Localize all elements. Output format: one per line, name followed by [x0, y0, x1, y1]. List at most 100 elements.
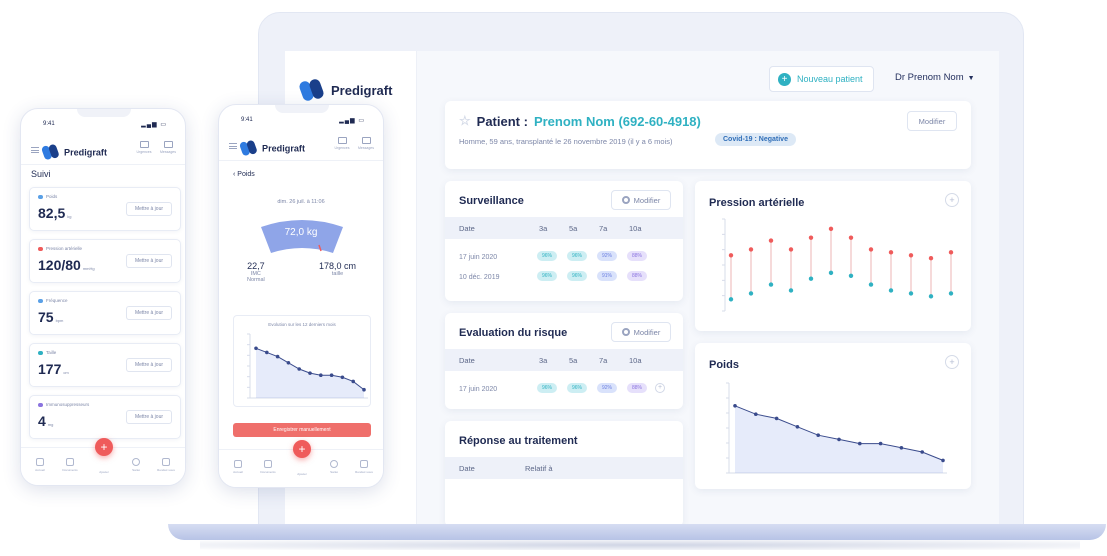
logo-text: Predigraft	[331, 82, 393, 98]
ruler-icon	[38, 350, 43, 355]
table-row[interactable]: 10 déc. 2019 96% 96% 91% 88%	[445, 267, 683, 287]
app-logo[interactable]: Predigraft	[238, 139, 305, 157]
col-7a: 7a	[599, 356, 608, 365]
nav-label: Santé	[132, 468, 140, 472]
update-button[interactable]: Mettre à jour	[126, 358, 172, 372]
add-button[interactable]: +	[95, 438, 113, 456]
status-time: 9:41	[43, 121, 55, 127]
measure-date: dim. 26 juil. à 11:06	[277, 199, 325, 205]
urgences-button[interactable]: Urgences	[133, 141, 155, 154]
weight-point	[308, 371, 312, 375]
vital-label: Immunosuppresseurs	[38, 402, 89, 407]
systolic-point	[748, 247, 754, 252]
new-patient-button[interactable]: + Nouveau patient	[769, 66, 874, 92]
score-pill: 92%	[597, 251, 617, 261]
score-pill: 96%	[537, 271, 557, 281]
vital-card-frequency: Fréquence 75 bpm Mettre à jour	[29, 291, 181, 335]
update-button[interactable]: Mettre à jour	[126, 306, 172, 320]
score-pill: 96%	[567, 383, 587, 393]
back-button[interactable]: ‹ Poids	[233, 171, 255, 178]
diastolic-point	[908, 291, 914, 296]
risk-title: Evaluation du risque	[459, 327, 568, 339]
update-button[interactable]: Mettre à jour	[126, 202, 172, 216]
update-button[interactable]: Mettre à jour	[126, 254, 172, 268]
weight-point	[254, 346, 258, 351]
nav-label: Rendez-vous	[157, 468, 175, 472]
weight-point	[941, 458, 945, 463]
nav-home[interactable]: Accueil	[29, 458, 51, 472]
health-icon	[132, 458, 140, 466]
diastolic-point	[868, 282, 874, 287]
update-button[interactable]: Mettre à jour	[126, 410, 172, 424]
add-row-icon[interactable]: +	[655, 383, 665, 393]
weight-point	[329, 373, 334, 378]
vital-label: Pression artérielle	[38, 246, 82, 251]
logo-text: Predigraft	[64, 146, 107, 158]
edit-surveillance-button[interactable]: Modifier	[611, 190, 671, 210]
gear-icon	[621, 196, 630, 204]
weight-point	[920, 450, 924, 454]
score-pill: 96%	[537, 251, 557, 261]
messages-button[interactable]: Messages	[355, 137, 377, 150]
nav-health[interactable]: Santé	[125, 458, 147, 472]
patient-label: Patient :	[476, 113, 528, 129]
top-bar: + Nouveau patient Dr Prenom Nom ▼	[417, 51, 999, 103]
menu-icon[interactable]	[229, 143, 237, 149]
vital-unit: bpm	[55, 318, 64, 323]
vital-value: 75 bpm	[38, 309, 63, 325]
vital-value: 177 cm	[38, 361, 69, 377]
nav-home[interactable]: Accueil	[227, 460, 249, 474]
app-logo[interactable]: Predigraft	[297, 77, 393, 103]
doctor-menu[interactable]: Dr Prenom Nom ▼	[895, 72, 975, 83]
status-time: 9:41	[241, 117, 253, 123]
new-patient-label: Nouveau patient	[797, 74, 863, 84]
nav-appointments[interactable]: Rendez-vous	[353, 460, 375, 474]
caret-down-icon: ▼	[967, 75, 975, 82]
nav-appointments[interactable]: Rendez-vous	[155, 458, 177, 472]
diastolic-point	[888, 288, 894, 293]
star-icon[interactable]: ☆	[459, 113, 471, 129]
urgences-button[interactable]: Urgences	[331, 137, 353, 150]
logo-icon	[238, 139, 258, 157]
doctor-name: Dr Prenom Nom	[895, 72, 964, 83]
systolic-point	[848, 235, 854, 240]
nav-documents[interactable]: Documents	[257, 460, 279, 474]
diastolic-point	[848, 273, 854, 278]
edit-risk-button[interactable]: Modifier	[611, 322, 671, 342]
table-row[interactable]: 17 juin 2020 96% 96% 92% 88% +	[445, 379, 683, 399]
app-logo[interactable]: Predigraft	[40, 143, 107, 161]
weight-chart-card: Poids +	[695, 343, 971, 489]
col-5a: 5a	[569, 224, 578, 233]
row-date: 17 juin 2020	[459, 254, 498, 261]
save-manual-button[interactable]: Enregistrer manuellement	[233, 423, 371, 437]
menu-icon[interactable]	[31, 147, 39, 153]
weight-point	[265, 350, 269, 355]
calendar-icon	[162, 458, 170, 466]
vital-number: 75	[38, 309, 54, 325]
bp-chart	[722, 218, 954, 312]
systolic-point	[768, 238, 774, 243]
nav-documents[interactable]: Documents	[59, 458, 81, 472]
patient-subtitle: Homme, 59 ans, transplanté le 26 novembr…	[459, 137, 673, 146]
col-5a: 5a	[569, 356, 578, 365]
diastolic-point	[808, 276, 814, 281]
vital-card-height: Taille 177 cm Mettre à jour	[29, 343, 181, 387]
nav-label: Documents	[62, 468, 78, 472]
edit-risk-label: Modifier	[633, 327, 661, 337]
nav-label: Santé	[330, 470, 338, 474]
diastolic-point	[748, 291, 754, 296]
phone-weight: 9:41 ▂▄▆ ▭ Predigraft Urgences Messages …	[218, 104, 384, 488]
edit-patient-label: Modifier	[918, 116, 946, 126]
logo-icon	[297, 77, 326, 103]
weight-point	[297, 367, 301, 371]
messages-button[interactable]: Messages	[157, 141, 179, 154]
add-button[interactable]: +	[293, 440, 311, 458]
laptop-shadow	[200, 540, 1080, 550]
col-3a: 3a	[539, 224, 548, 233]
nav-label: Ajouter	[297, 472, 307, 476]
vital-number: 82,5	[38, 205, 66, 221]
score-pill: 88%	[627, 271, 647, 281]
edit-patient-button[interactable]: Modifier	[907, 111, 957, 131]
nav-health[interactable]: Santé	[323, 460, 345, 474]
table-row[interactable]: 17 juin 2020 96% 96% 92% 88%	[445, 247, 683, 267]
